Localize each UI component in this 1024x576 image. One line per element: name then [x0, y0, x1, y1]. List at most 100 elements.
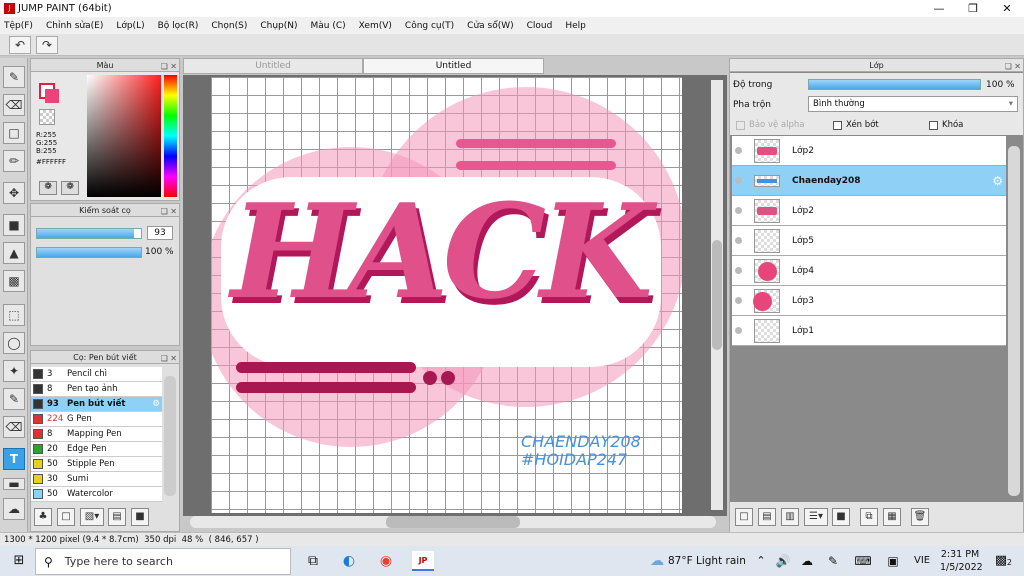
network-icon[interactable]: ▣ [882, 551, 904, 571]
brush-size-value[interactable]: 93 [147, 226, 173, 240]
brush-item[interactable]: 224 G Pen [31, 412, 162, 427]
visibility-icon[interactable] [735, 207, 742, 214]
brush-item[interactable]: 50 Watercolor [31, 487, 162, 502]
menu-item-0[interactable]: Tệp(F) [4, 21, 33, 31]
visibility-icon[interactable] [735, 177, 742, 184]
blend-mode-select[interactable]: Bình thường ▾ [808, 96, 1018, 112]
windows-start-icon[interactable]: ⊞ [8, 551, 30, 571]
redo-button[interactable]: ↷ [36, 36, 58, 54]
visibility-icon[interactable] [735, 267, 742, 274]
gear-icon[interactable]: ⚙ [992, 174, 1003, 188]
magic-wand-tool-icon[interactable]: ✦ [3, 360, 25, 382]
onedrive-icon[interactable]: ☁ [796, 551, 818, 571]
duplicate-layer-icon[interactable]: ⧉ [860, 508, 878, 526]
canvas-hscroll[interactable] [190, 516, 716, 528]
jump-paint-taskbar-icon[interactable]: JP [412, 551, 434, 571]
chrome-icon[interactable]: ◉ [375, 551, 397, 571]
undo-button[interactable]: ↶ [9, 36, 31, 54]
protect-alpha-checkbox[interactable]: Bảo vệ alpha [736, 120, 804, 130]
menu-item-6[interactable]: Màu (C) [311, 21, 346, 31]
hue-slider[interactable] [164, 75, 177, 197]
menu-item-9[interactable]: Cửa sổ(W) [467, 21, 513, 31]
panel-close-icon[interactable]: ❏ ✕ [161, 205, 177, 218]
layer-list-scrollbar[interactable] [1008, 146, 1020, 496]
notification-icon[interactable]: ▩ 2 [990, 551, 1012, 571]
layer-row[interactable]: Lớp3 [732, 286, 1006, 316]
brush-dropdown-icon[interactable]: ▧▾ [80, 508, 104, 526]
brush-size-slider[interactable] [36, 228, 142, 239]
menu-item-1[interactable]: Chỉnh sửa(E) [46, 21, 103, 31]
new-layer-2-icon[interactable]: ▤ [758, 508, 776, 526]
layer-row[interactable]: Chaenday208 ⚙ [732, 166, 1006, 196]
visibility-icon[interactable] [735, 297, 742, 304]
select-pen-tool-icon[interactable]: ✎ [3, 388, 25, 410]
layer-row[interactable]: Lớp5 [732, 226, 1006, 256]
menu-item-2[interactable]: Lớp(L) [116, 21, 144, 31]
layer-row[interactable]: Lớp4 [732, 256, 1006, 286]
menu-item-8[interactable]: Công cụ(T) [405, 21, 454, 31]
color-wheel-button[interactable]: ❁ [39, 181, 57, 195]
brush-page-icon[interactable]: □ [57, 508, 75, 526]
menu-item-11[interactable]: Help [565, 21, 586, 31]
brush-opacity-slider[interactable] [36, 247, 142, 258]
panel-close-icon[interactable]: ❏ ✕ [161, 60, 177, 73]
cloud-tool-icon[interactable]: ☁ [3, 498, 25, 520]
marquee-tool-icon[interactable]: ⬚ [3, 304, 25, 326]
tab-untitled-1[interactable]: Untitled [183, 58, 363, 74]
panel-close-icon[interactable]: ❏ ✕ [161, 352, 177, 365]
brush-item[interactable]: 3 Pencil chì [31, 367, 162, 382]
brush-new-icon[interactable]: ♣ [34, 508, 52, 526]
brush-settings-icon[interactable]: ▤ [108, 508, 126, 526]
transparent-swatch[interactable] [39, 109, 55, 125]
keyboard-icon[interactable]: ⌨ [852, 551, 874, 571]
menu-item-10[interactable]: Cloud [527, 21, 553, 31]
drawing-canvas[interactable]: HACK CHAENDAY208 #HOIDAP247 [211, 77, 682, 513]
brush-folder-icon[interactable]: ■ [131, 508, 149, 526]
delete-layer-icon[interactable]: 🗑 [911, 508, 929, 526]
lock-checkbox[interactable]: Khóa [929, 120, 963, 130]
visibility-icon[interactable] [735, 237, 742, 244]
clipping-checkbox[interactable]: Xén bớt [833, 120, 879, 130]
layer-row[interactable]: Lớp1 [732, 316, 1006, 346]
text-tool-icon[interactable]: T [3, 448, 25, 470]
brush-item[interactable]: 50 Stipple Pen [31, 457, 162, 472]
edge-browser-icon[interactable]: ◐ [338, 551, 360, 571]
visibility-icon[interactable] [735, 327, 742, 334]
minimize-button[interactable]: — [922, 0, 956, 17]
taskbar-search[interactable]: ⚲ Type here to search [35, 548, 291, 575]
select-eraser-tool-icon[interactable]: ⌫ [3, 416, 25, 438]
tab-untitled-2[interactable]: Untitled [363, 58, 544, 74]
menu-item-4[interactable]: Chọn(S) [211, 21, 247, 31]
maximize-button[interactable]: ❐ [956, 0, 990, 17]
clock[interactable]: 2:31 PM 1/5/2022 [940, 548, 983, 574]
weather-text[interactable]: 87°F Light rain [668, 555, 746, 567]
gradient-tool-icon[interactable]: ▩ [3, 270, 25, 292]
close-button[interactable]: ✕ [990, 0, 1024, 17]
panel-close-icon[interactable]: ❏ ✕ [1005, 60, 1021, 73]
bucket-tool-icon[interactable]: ▲ [3, 242, 25, 264]
saturation-value-picker[interactable] [87, 75, 161, 197]
lasso-tool-icon[interactable]: ◯ [3, 332, 25, 354]
brush-item[interactable]: 8 Mapping Pen [31, 427, 162, 442]
menu-item-5[interactable]: Chụp(N) [260, 21, 297, 31]
layer-folder-icon[interactable]: ■ [832, 508, 850, 526]
pen-icon[interactable]: ✎ [822, 551, 844, 571]
merge-layer-icon[interactable]: ▦ [883, 508, 901, 526]
layer-opacity-slider[interactable] [808, 79, 981, 90]
eyedropper-tool-icon[interactable]: ✏ [3, 150, 25, 172]
brush-item[interactable]: 20 Edge Pen [31, 442, 162, 457]
speaker-icon[interactable]: 🔊 [772, 551, 794, 571]
task-view-icon[interactable]: ⧉ [302, 551, 324, 571]
canvas-vscroll[interactable] [711, 80, 723, 510]
layer-row[interactable]: Lớp2 [732, 196, 1006, 226]
menu-item-3[interactable]: Bộ lọc(R) [158, 21, 199, 31]
layer-page-icon[interactable]: ▥ [781, 508, 799, 526]
layer-add-dropdown-icon[interactable]: ☰▾ [804, 508, 828, 526]
move-tool-icon[interactable]: ✥ [3, 182, 25, 204]
chevron-up-icon[interactable]: ⌃ [750, 551, 772, 571]
ruler-tool-icon[interactable]: ▬ [3, 478, 25, 490]
brush-tool-icon[interactable]: ✎ [3, 66, 25, 88]
visibility-icon[interactable] [735, 147, 742, 154]
language-indicator[interactable]: VIE [914, 555, 930, 566]
layer-row[interactable]: Lớp2 [732, 136, 1006, 166]
